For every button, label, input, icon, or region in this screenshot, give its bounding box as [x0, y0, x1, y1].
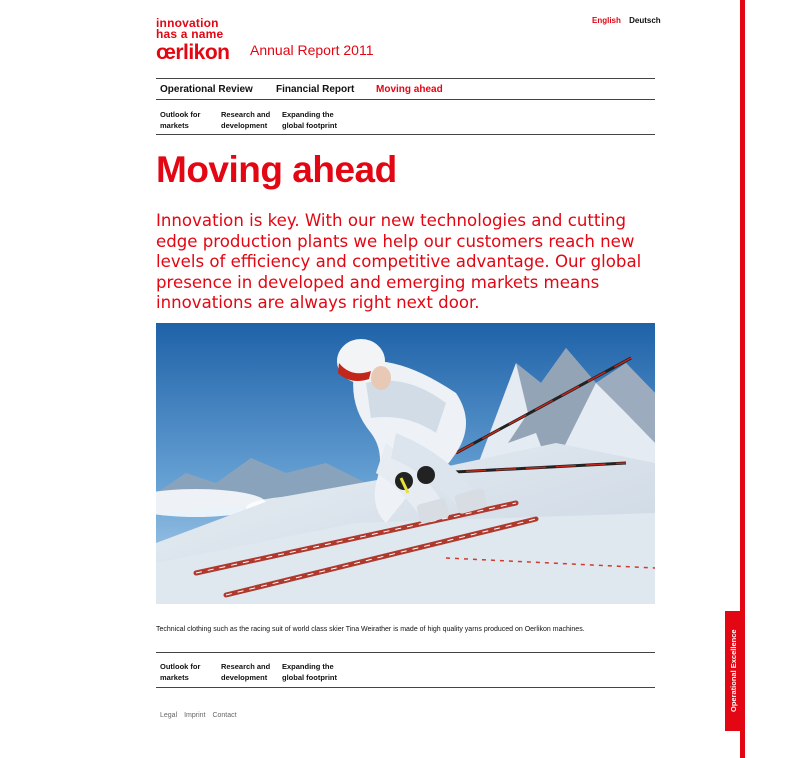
subnav-expanding-footprint[interactable]: Expanding the global footprint: [282, 661, 337, 683]
subnav-label: global footprint: [282, 121, 337, 130]
divider: [156, 652, 655, 653]
nav-moving-ahead[interactable]: Moving ahead: [376, 84, 443, 95]
footer-imprint-link[interactable]: Imprint: [184, 712, 205, 719]
tagline-line-2: has a name: [156, 27, 224, 41]
divider: [156, 99, 655, 100]
skier-photo-image: [156, 323, 655, 604]
subnav-label: markets: [160, 121, 189, 130]
subnav-outlook-markets[interactable]: Outlook for markets: [160, 109, 200, 131]
side-tab-label: Operational Excellence: [729, 629, 738, 713]
nav-operational-review[interactable]: Operational Review: [160, 84, 253, 95]
subnav-expanding-footprint[interactable]: Expanding the global footprint: [282, 109, 337, 131]
divider: [156, 687, 655, 688]
intro-text: Innovation is key. With our new technolo…: [156, 211, 642, 312]
subnav-outlook-markets[interactable]: Outlook for markets: [160, 661, 200, 683]
subnav-label: Research and: [221, 662, 271, 671]
footer-links: Legal Imprint Contact: [160, 712, 242, 719]
subnav-label: Expanding the: [282, 662, 334, 671]
report-title: Annual Report 2011: [250, 42, 374, 58]
divider: [156, 134, 655, 135]
brand-tagline: innovation has a name: [156, 17, 230, 41]
brand-block[interactable]: innovation has a name œrlikon: [156, 17, 230, 64]
language-switcher: English Deutsch: [592, 16, 667, 25]
divider: [156, 78, 655, 79]
photo-caption: Technical clothing such as the racing su…: [156, 626, 585, 633]
footer-legal-link[interactable]: Legal: [160, 712, 177, 719]
subnav-research-development[interactable]: Research and development: [221, 661, 270, 683]
subnav-label: global footprint: [282, 673, 337, 682]
subnav-research-development[interactable]: Research and development: [221, 109, 270, 131]
footer-contact-link[interactable]: Contact: [212, 712, 236, 719]
nav-financial-report[interactable]: Financial Report: [276, 84, 354, 95]
skier-photo: [156, 323, 655, 604]
lang-deutsch[interactable]: Deutsch: [629, 16, 661, 25]
subnav-label: Expanding the: [282, 110, 334, 119]
subnav-label: Research and: [221, 110, 271, 119]
subnav-label: development: [221, 121, 268, 130]
subnav-label: Outlook for: [160, 662, 201, 671]
operational-excellence-tab[interactable]: Operational Excellence: [725, 611, 742, 731]
subnav-label: Outlook for: [160, 110, 201, 119]
page-title: Moving ahead: [156, 149, 397, 190]
lang-english[interactable]: English: [592, 16, 621, 25]
subnav-label: development: [221, 673, 268, 682]
subnav-label: markets: [160, 673, 189, 682]
oerlikon-logo[interactable]: œrlikon: [156, 42, 230, 64]
